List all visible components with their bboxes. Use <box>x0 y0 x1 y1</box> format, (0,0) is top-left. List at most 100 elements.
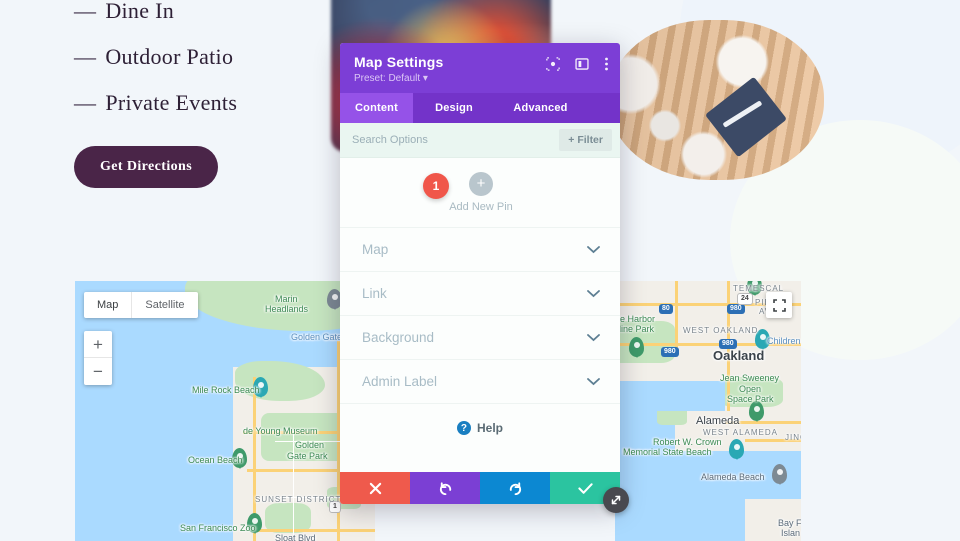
map-pin-crown-beach[interactable] <box>729 439 744 459</box>
help-label: Help <box>476 421 503 435</box>
zoom-in-button[interactable]: + <box>84 331 112 358</box>
road-minor-3 <box>293 431 294 541</box>
page-root: — Dine In — Outdoor Patio — Private Events … <box>0 0 960 541</box>
map-left-label-6: de Young Museum <box>243 426 318 436</box>
section-map-label: Map <box>362 242 389 257</box>
tab-design[interactable]: Design <box>413 93 495 123</box>
search-options-row: + Filter <box>340 123 620 158</box>
modal-tabs: Content Design Advanced <box>340 93 620 123</box>
pin-count-badge: 1 <box>423 173 449 199</box>
highway-shield-2: 24 <box>737 293 753 306</box>
map-type-satellite[interactable]: Satellite <box>131 292 197 318</box>
modal-resize-handle[interactable] <box>603 487 629 513</box>
focus-icon[interactable] <box>546 57 560 76</box>
help-icon: ? <box>456 421 471 435</box>
map-right-label-13: JING <box>785 433 801 442</box>
map-canvas-left[interactable]: 1 Marin Headlands Golden Gate Mile Rock Bea… <box>75 281 375 541</box>
dash-1: — <box>74 44 97 69</box>
focus-icon-svg <box>546 57 560 71</box>
map-settings-modal: Map Settings Preset: Default ▾ Content D… <box>340 43 620 504</box>
section-background-label: Background <box>362 330 435 345</box>
map-right-label-8: Jean Sweeney <box>720 373 780 383</box>
check-icon <box>577 482 593 494</box>
chevron-down-icon <box>587 331 600 345</box>
modal-footer <box>340 472 620 504</box>
feature-label-2: Private Events <box>105 90 238 115</box>
fullscreen-icon <box>772 298 786 312</box>
road-sloat-blvd <box>251 529 375 532</box>
redo-icon <box>509 481 521 495</box>
section-admin-label[interactable]: Admin Label <box>340 360 620 404</box>
map-type-toggle[interactable]: Map Satellite <box>84 292 198 318</box>
modal-header: Map Settings Preset: Default ▾ <box>340 43 620 93</box>
highway-shield-1: 980 <box>727 304 745 315</box>
map-canvas-right[interactable]: TEMESCALPIEDMAVEdle Harborreline ParkWES… <box>615 281 801 541</box>
map-left-label-12: Sloat Blvd <box>275 533 316 541</box>
highway-shield-4: 980 <box>719 339 737 350</box>
undo-icon <box>439 481 451 495</box>
map-right-label-7: Oakland <box>713 348 765 363</box>
section-background[interactable]: Background <box>340 316 620 360</box>
map-right-label-6: Children <box>767 336 801 346</box>
restaurant-features-list: — Dine In — Outdoor Patio — Private Events … <box>74 0 334 188</box>
feature-item-1: — Outdoor Patio <box>74 44 334 70</box>
map-left-label-10: SUNSET DISTRICT <box>255 495 342 504</box>
chevron-down-icon <box>587 375 600 389</box>
map-left-label-8: Gate Park <box>287 451 328 461</box>
estuary-water <box>615 381 725 411</box>
redo-button[interactable] <box>480 472 550 504</box>
map-right-label-10: Space Park <box>727 394 774 404</box>
modal-body: + Add New Pin 1 Map Link Background Admi… <box>340 158 620 472</box>
dash-0: — <box>74 0 97 23</box>
chevron-down-icon <box>587 287 600 301</box>
help-link[interactable]: ? Help <box>340 404 620 435</box>
feature-label-0: Dine In <box>105 0 175 23</box>
highway-shield-0: 80 <box>659 304 673 315</box>
section-link[interactable]: Link <box>340 272 620 316</box>
map-left-label-9: Ocean Beach <box>188 455 243 465</box>
add-new-pin-label: Add New Pin <box>449 201 513 213</box>
tab-advanced[interactable]: Advanced <box>495 93 586 123</box>
undo-button[interactable] <box>410 472 480 504</box>
map-right-label-15: Memorial State Beach <box>623 447 712 457</box>
zoom-out-button[interactable]: − <box>84 358 112 385</box>
map-pin-alameda-beach[interactable] <box>772 464 787 484</box>
tab-content[interactable]: Content <box>340 93 413 123</box>
map-right-label-11: Alameda <box>696 415 740 427</box>
close-icon <box>369 482 381 494</box>
road-vertical-r2 <box>675 281 678 351</box>
map-right-label-5: WEST OAKLAND <box>683 326 759 335</box>
chevron-down-icon <box>587 243 600 257</box>
map-pin-middle-harbor[interactable] <box>629 337 644 357</box>
map-type-map[interactable]: Map <box>84 292 131 318</box>
feature-item-2: — Private Events <box>74 90 334 116</box>
map-left-label-7: Golden <box>295 440 325 450</box>
add-new-pin-button[interactable]: + <box>469 172 493 196</box>
highway-shield-3: 980 <box>661 347 679 358</box>
map-left-label-1: Headlands <box>265 304 309 314</box>
add-pin-area: + Add New Pin 1 <box>340 158 620 228</box>
breakfast-table-photo <box>609 20 824 180</box>
more-vertical-icon-svg <box>605 57 608 71</box>
section-map[interactable]: Map <box>340 228 620 272</box>
layout-icon-svg <box>575 58 589 70</box>
dash-2: — <box>74 90 97 115</box>
map-right-label-16: Alameda Beach <box>701 472 765 482</box>
header-icon-group <box>546 56 609 77</box>
map-left-label-2: Golden Gate <box>291 332 343 342</box>
map-right-label-4: reline Park <box>615 324 655 334</box>
filter-button[interactable]: + Filter <box>559 129 612 151</box>
napkin-detail <box>704 77 787 158</box>
layout-icon[interactable] <box>575 57 589 76</box>
map-left-label-3: Mile Rock Beach <box>192 385 260 395</box>
cancel-button[interactable] <box>340 472 410 504</box>
map-left-label-11: San Francisco Zoo <box>180 523 256 533</box>
resize-diagonal-icon <box>611 495 621 505</box>
search-input[interactable] <box>352 134 517 146</box>
map-zoom-controls[interactable]: + − <box>84 331 112 385</box>
fullscreen-button[interactable] <box>766 292 792 318</box>
get-directions-button[interactable]: Get Directions <box>74 146 219 188</box>
more-vertical-icon[interactable] <box>604 56 609 77</box>
map-right-label-18: Islan <box>781 528 801 538</box>
feature-item-0: — Dine In <box>74 0 334 24</box>
